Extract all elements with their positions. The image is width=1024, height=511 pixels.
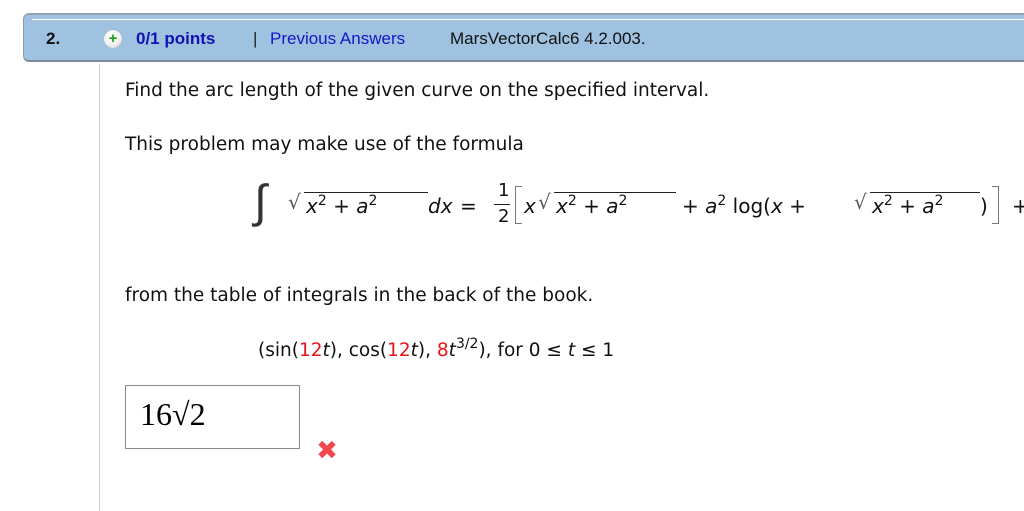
separator: | — [253, 29, 258, 48]
log-close-paren: ) — [980, 194, 988, 218]
question-header: 2. + 0/1 points | Previous Answers MarsV… — [23, 13, 1024, 62]
radicand-1: x2 + a2 — [306, 193, 378, 218]
radicand-2: x2 + a2 — [556, 193, 628, 218]
dx: dx — [428, 194, 453, 218]
left-bracket — [515, 186, 522, 224]
left-divider — [99, 64, 100, 511]
fraction-numerator: 1 — [498, 180, 510, 201]
sqrt-sign-1: √ — [288, 190, 301, 214]
sqrt-sign-2: √ — [538, 190, 551, 214]
red-x-icon: ✖ — [316, 436, 338, 466]
previous-answers-link[interactable]: Previous Answers — [270, 29, 405, 49]
formula-source-note: from the table of integrals in the back … — [125, 285, 594, 306]
header-highlight — [32, 19, 1024, 20]
answer-input[interactable]: 16√2 — [125, 385, 300, 449]
plus-constant: + C — [1012, 194, 1024, 218]
formula-hint: This problem may make use of the formula — [125, 134, 524, 155]
integral-formula: ∫ √ x2 + a2 dx = 1 2 x √ x2 + a2 + a2 lo… — [254, 174, 1024, 260]
curve-definition: (sin(12t), cos(12t), 8t3/2), for 0 ≤ t ≤… — [258, 336, 615, 361]
question-prompt: Find the arc length of the given curve o… — [125, 80, 710, 101]
coefficient-1: 12 — [298, 340, 323, 361]
points-link[interactable]: 0/1 points — [136, 29, 215, 49]
question-source: MarsVectorCalc6 4.2.003. — [450, 29, 646, 48]
equals-sign: = — [460, 194, 477, 218]
coefficient-2: 12 — [387, 340, 411, 361]
answer-value: 16√2 — [140, 396, 206, 432]
right-bracket — [992, 186, 999, 224]
integral-sign: ∫ — [254, 174, 267, 228]
radicand-3: x2 + a2 — [872, 193, 944, 218]
sqrt-sign-3: √ — [854, 190, 867, 214]
a-squared-log-term: + a2 log(x + — [682, 193, 806, 218]
coefficient-3: 8 — [436, 340, 449, 361]
question-number: 2. — [46, 29, 61, 48]
fraction-denominator: 2 — [498, 206, 510, 227]
plus-circle-icon[interactable]: + — [104, 30, 122, 48]
x-factor: x — [524, 194, 536, 218]
